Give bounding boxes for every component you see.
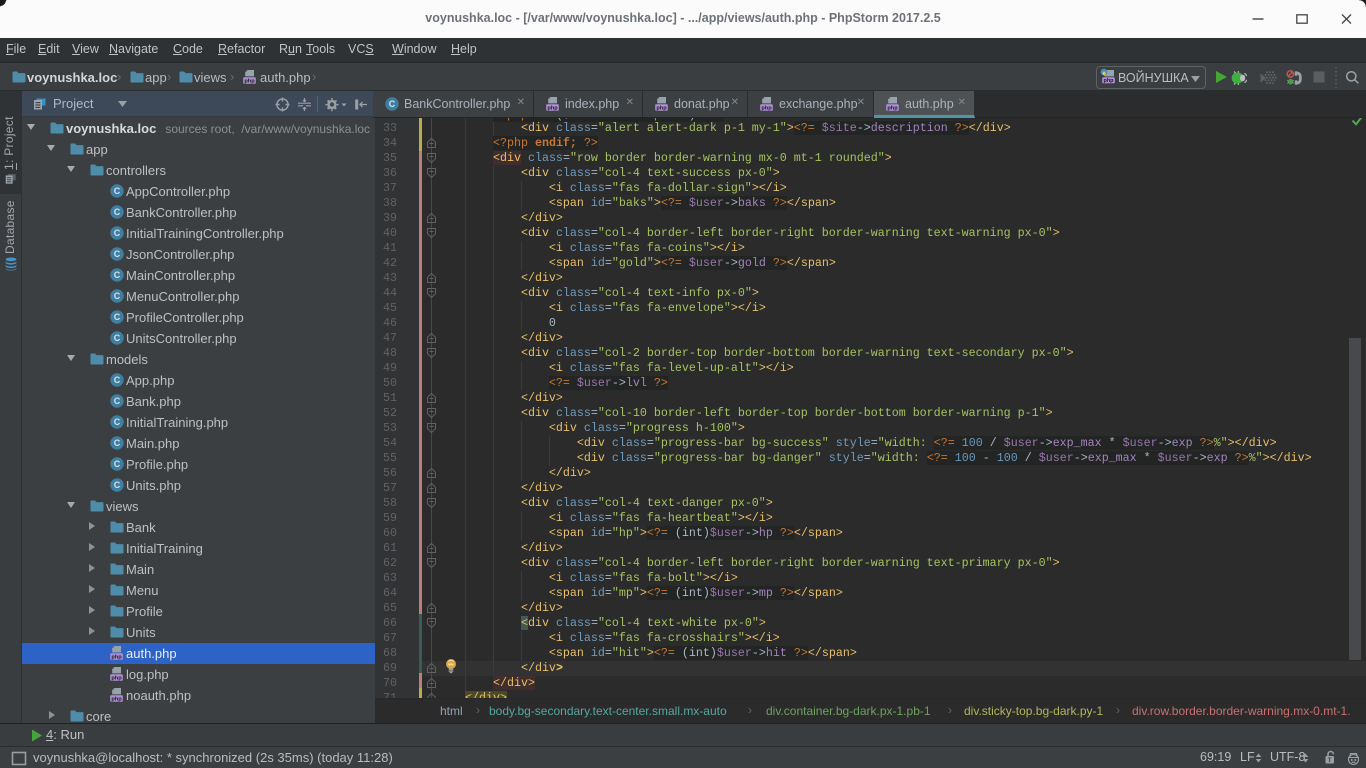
svg-text:C: C (114, 207, 121, 217)
svg-text:C: C (114, 459, 121, 469)
svg-text:php: php (111, 654, 122, 660)
svg-text:C: C (114, 270, 121, 280)
svg-text:C: C (389, 99, 396, 109)
svg-text:php: php (1104, 78, 1115, 84)
svg-text:C: C (114, 480, 121, 490)
svg-text:C: C (114, 312, 121, 322)
svg-text:php: php (547, 105, 558, 111)
svg-text:php: php (111, 696, 122, 702)
svg-text:C: C (114, 249, 121, 259)
svg-text:C: C (114, 228, 121, 238)
svg-text:C: C (114, 375, 121, 385)
svg-text:C: C (114, 396, 121, 406)
svg-text:C: C (114, 291, 121, 301)
svg-text:T: T (1328, 757, 1332, 764)
svg-text:C: C (114, 186, 121, 196)
svg-text:php: php (111, 675, 122, 681)
svg-text:php: php (244, 78, 255, 84)
svg-text:php: php (656, 105, 667, 111)
svg-text:C: C (114, 333, 121, 343)
svg-text:php: php (761, 105, 772, 111)
svg-text:php: php (887, 105, 898, 111)
svg-text:C: C (114, 438, 121, 448)
svg-text:C: C (114, 417, 121, 427)
